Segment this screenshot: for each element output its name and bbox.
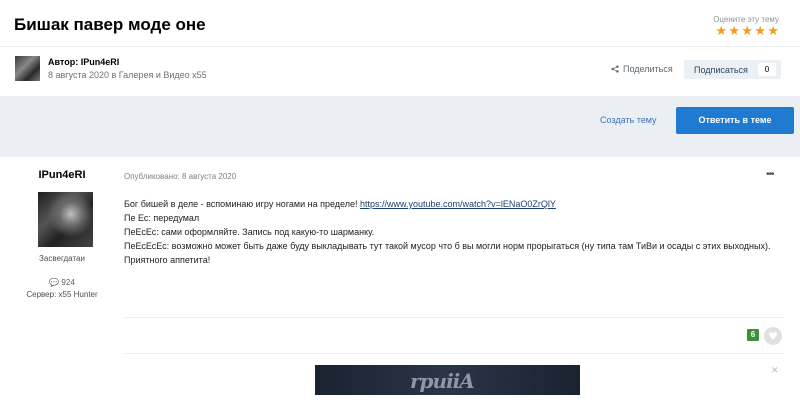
star-icon[interactable]: ★ [741, 25, 753, 38]
user-group: Засвегдатаи [39, 254, 85, 263]
post-line: ПеЕсЕс: сами оформляйте. Запись под каку… [124, 227, 375, 237]
post-line: Бог бишей в деле - вспоминаю игру ногами… [124, 197, 784, 211]
page-title: Бишак павер моде оне [14, 15, 206, 34]
heart-icon[interactable]: ♥ [764, 327, 782, 345]
follow-label: Подписаться [694, 64, 748, 75]
post-author-avatar[interactable] [38, 192, 93, 247]
post-count: 💬 924 [0, 278, 124, 287]
divider [124, 353, 784, 354]
post-line: Приятного аппетита! [124, 255, 211, 265]
star-icon[interactable]: ★ [767, 25, 779, 38]
youtube-link[interactable]: https://www.youtube.com/watch?v=lENaO0Zr… [360, 199, 556, 209]
reaction-count[interactable]: 6 [747, 329, 759, 341]
author-avatar[interactable] [15, 56, 40, 81]
post-menu-icon[interactable]: ••• [766, 169, 774, 180]
comment-icon: 💬 [49, 278, 60, 287]
post-author-panel: IPun4eRI Засвегдатаи 💬 924 Сервер: x55 H… [0, 157, 124, 408]
rating-label: Оцените эту тему [713, 15, 779, 24]
signature-banner: rpuiiA [315, 365, 580, 395]
star-icon[interactable]: ★ [754, 25, 766, 38]
divider [0, 46, 800, 47]
user-server: Сервер: x55 Hunter [26, 290, 98, 299]
follow-count: 0 [758, 63, 776, 76]
close-icon[interactable]: ✕ [771, 365, 779, 376]
divider [124, 317, 784, 318]
post-date[interactable]: Опубликовано: 8 августа 2020 [124, 172, 236, 181]
share-button[interactable]: Поделиться [611, 64, 673, 74]
rating-widget: Оцените эту тему ★ ★ ★ ★ ★ [713, 15, 779, 38]
reply-button[interactable]: Ответить в теме [676, 107, 794, 134]
topic-header: Бишак павер моде оне Оцените эту тему ★ … [0, 0, 800, 96]
signature-text: rpuiiA [410, 369, 475, 393]
post-content: Бог бишей в деле - вспоминаю игру ногами… [124, 197, 784, 267]
create-topic-link[interactable]: Создать тему [600, 115, 657, 125]
star-icon[interactable]: ★ [728, 25, 740, 38]
star-icon[interactable]: ★ [715, 25, 727, 38]
post-line: ПеЕсЕсЕс: возможно может быть даже буду … [124, 241, 771, 251]
follow-button[interactable]: Подписаться 0 [684, 60, 781, 79]
rating-stars[interactable]: ★ ★ ★ ★ ★ [713, 25, 779, 38]
share-label: Поделиться [623, 64, 673, 74]
post-line: Пе Ес: передумал [124, 213, 200, 223]
author-name[interactable]: Автор: IPun4eRI [48, 57, 119, 67]
share-icon [611, 65, 619, 73]
post-author-name[interactable]: IPun4eRI [0, 169, 124, 181]
topic-date-category: 8 августа 2020 в Галерея и Видео x55 [48, 70, 207, 80]
post-text: Бог бишей в деле - вспоминаю игру ногами… [124, 199, 360, 209]
post: IPun4eRI Засвегдатаи 💬 924 Сервер: x55 H… [0, 157, 800, 408]
post-count-value: 924 [61, 278, 75, 287]
